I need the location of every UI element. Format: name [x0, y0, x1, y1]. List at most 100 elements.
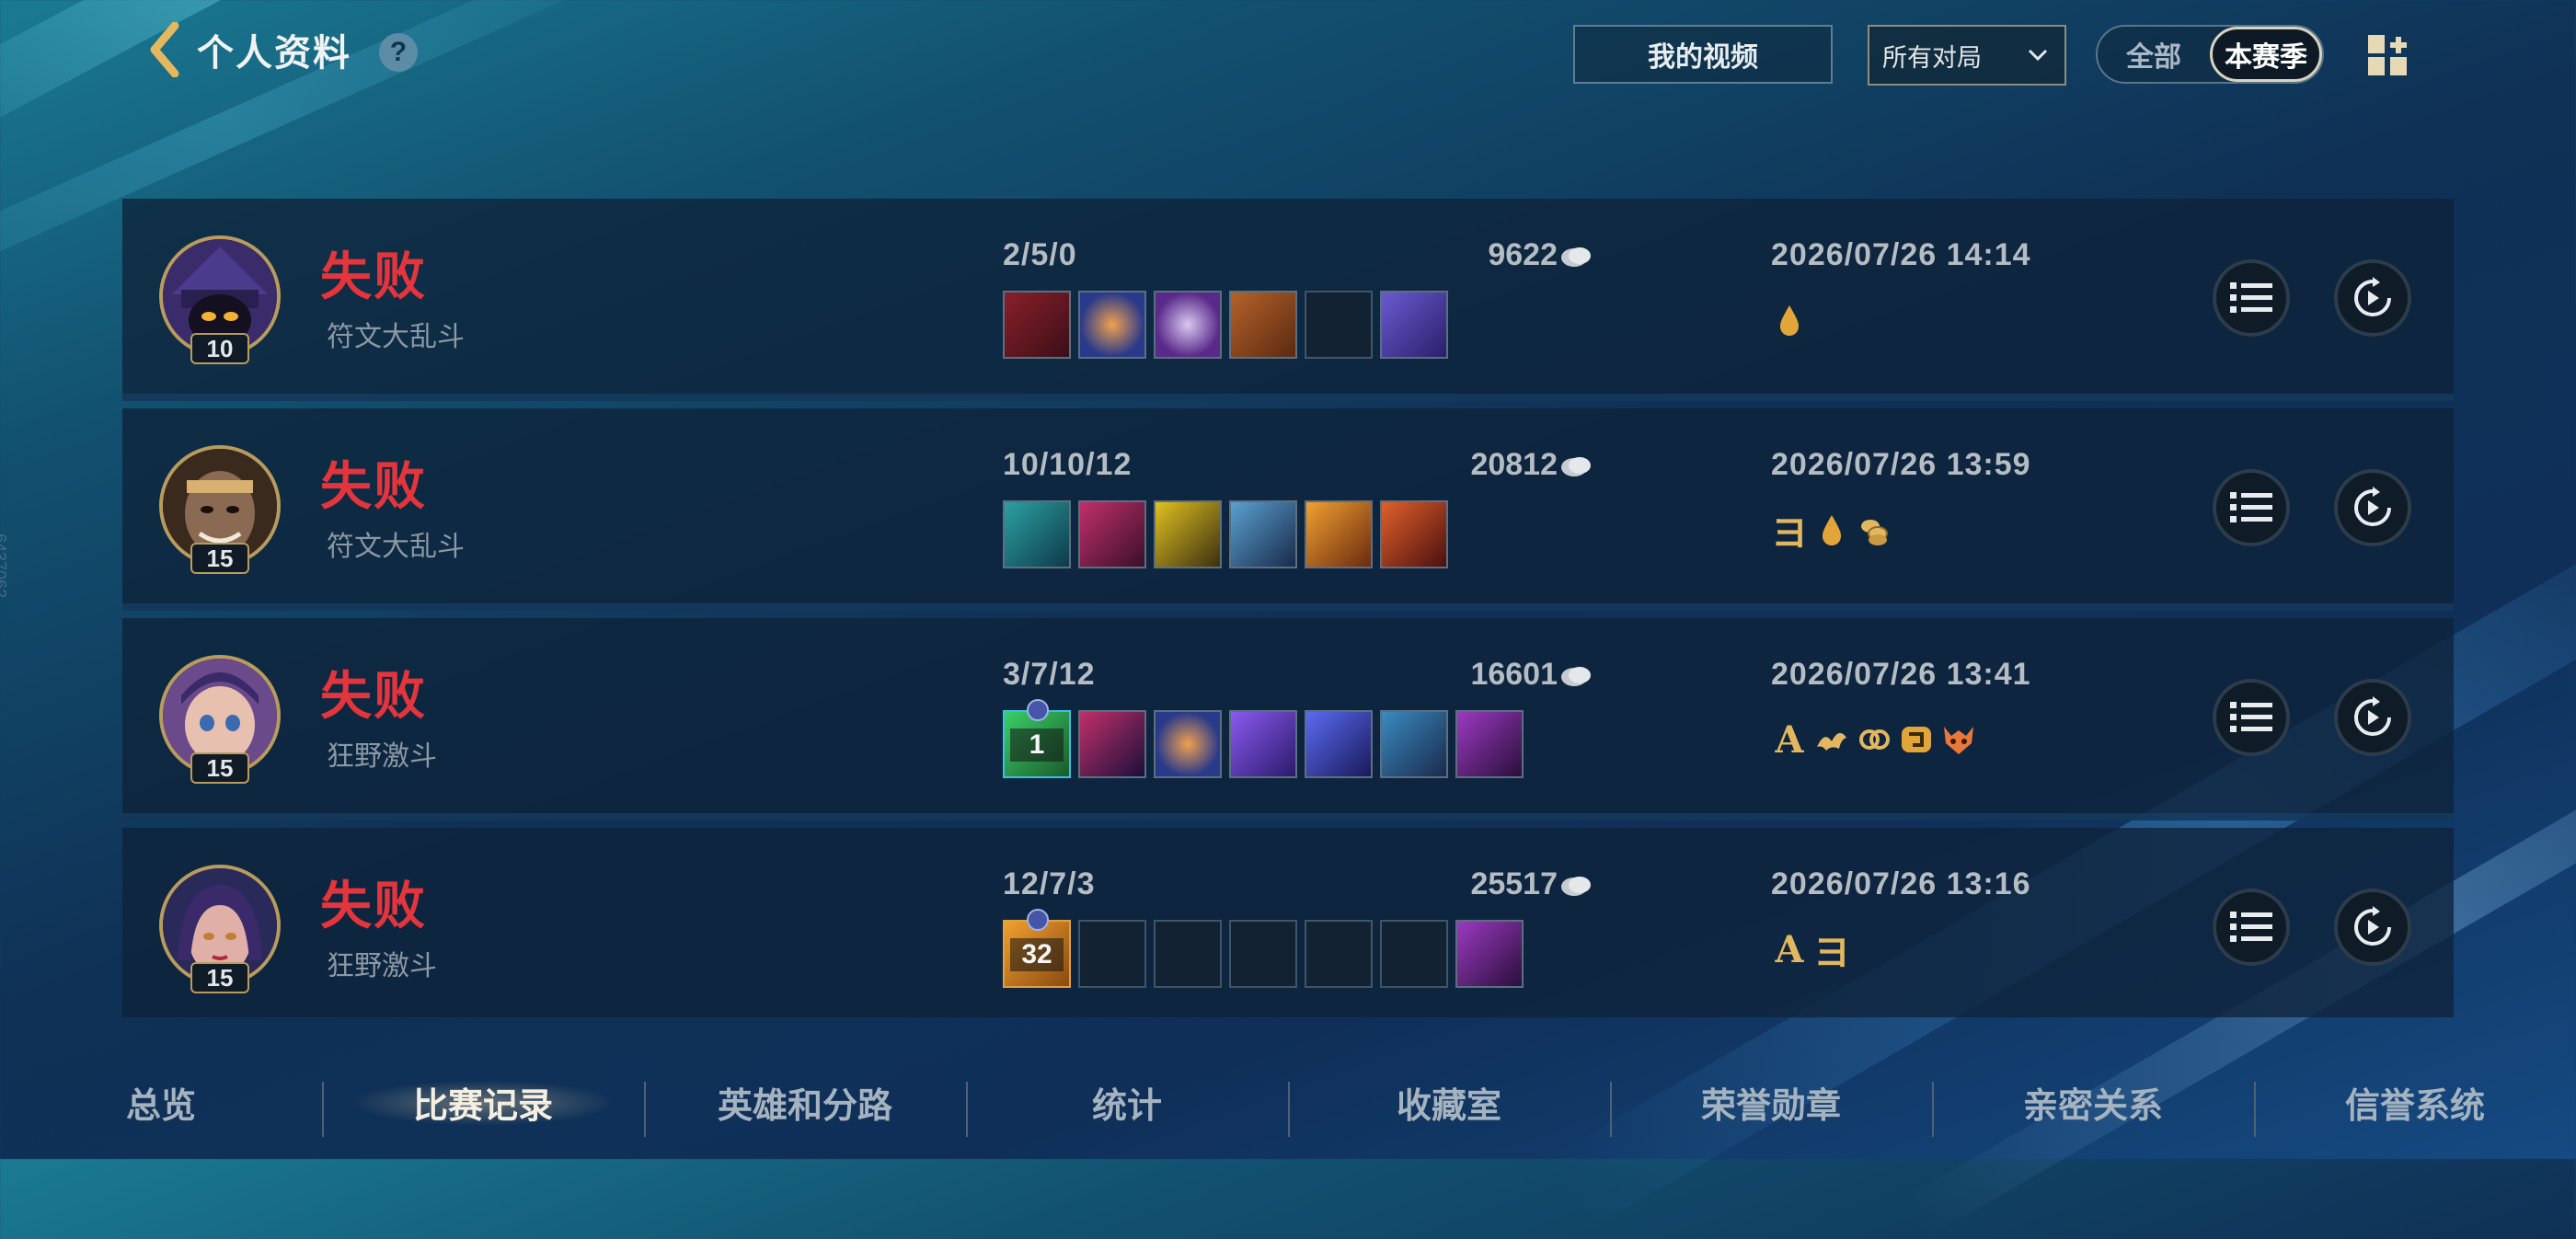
item-slot[interactable]	[1305, 710, 1373, 778]
gold-coin-icon	[1561, 877, 1591, 896]
tab-collection[interactable]: 收藏室	[1288, 1045, 1610, 1159]
item-slots	[1003, 500, 1448, 568]
list-icon	[2230, 282, 2272, 313]
item-slot[interactable]	[1078, 291, 1146, 359]
help-icon[interactable]: ?	[379, 33, 418, 72]
kda: 3/7/12	[1003, 657, 1096, 692]
page-title: 个人资料	[197, 33, 351, 74]
kda: 12/7/3	[1003, 866, 1096, 901]
game-mode: 符文大乱斗	[327, 532, 465, 562]
item-slot[interactable]	[1154, 291, 1222, 359]
item-slot[interactable]	[1455, 710, 1524, 778]
item-slot[interactable]	[1229, 500, 1297, 568]
gold-earned: 25517	[1470, 866, 1558, 901]
tab-relationships[interactable]: 亲密关系	[1932, 1045, 2254, 1159]
tab-label: 亲密关系	[2022, 1086, 2163, 1126]
item-slots: 1	[1003, 699, 1524, 778]
tab-overview[interactable]: 总览	[0, 1045, 322, 1159]
item-slot[interactable]	[1380, 710, 1448, 778]
champion-level: 15	[190, 962, 249, 993]
replay-button[interactable]	[2334, 259, 2411, 337]
hook-icon	[1902, 727, 1931, 752]
champion-level: 10	[190, 333, 249, 364]
tab-reputation[interactable]: 信誉系统	[2254, 1045, 2576, 1159]
item-slot[interactable]	[1455, 920, 1524, 988]
pin-icon	[1027, 699, 1049, 721]
toggle-this-season[interactable]: 本赛季	[2210, 27, 2322, 82]
link-icon	[1859, 729, 1890, 750]
item-slots	[1003, 291, 1448, 359]
replay-button[interactable]	[2334, 469, 2411, 546]
gold-coin-icon	[1561, 667, 1591, 686]
item-slot[interactable]	[1380, 500, 1448, 568]
replay-button[interactable]	[2334, 889, 2411, 966]
item-slot-empty	[1078, 920, 1146, 988]
match-list[interactable]: 10 失败 符文大乱斗 2/5/0 9622 2026/07/26 14:14	[122, 199, 2454, 1017]
tab-match-history[interactable]: 比赛记录	[322, 1045, 644, 1159]
match-row[interactable]: 15 失败 狂野激斗 12/7/3 25517 32 2026/07/26 13…	[122, 828, 2454, 1017]
tab-label: 收藏室	[1396, 1086, 1501, 1126]
gold-earned: 9622	[1488, 237, 1558, 272]
item-slot[interactable]	[1078, 710, 1146, 778]
game-mode: 狂野激斗	[327, 741, 437, 772]
item-slot[interactable]	[1229, 710, 1297, 778]
kda: 2/5/0	[1003, 237, 1077, 272]
replay-icon	[2354, 487, 2392, 527]
match-badges: A	[1771, 718, 1977, 762]
layout-grid-icon[interactable]	[2368, 35, 2410, 75]
item-slots: 32	[1003, 909, 1524, 988]
toggle-all[interactable]: 全部	[2098, 27, 2210, 82]
dragon-icon	[1817, 732, 1846, 751]
tab-label: 总览	[125, 1086, 196, 1126]
item-slot[interactable]	[1380, 291, 1448, 359]
item-slot[interactable]	[1305, 500, 1373, 568]
item-slot[interactable]: 32	[1003, 909, 1071, 988]
match-row[interactable]: 15 失败 狂野激斗 3/7/12 16601 1 2026/07/26 13:…	[122, 618, 2454, 820]
match-filter-dropdown[interactable]: 所有对局	[1868, 25, 2066, 86]
gold-coin-icon	[1561, 247, 1591, 267]
coins-icon	[1861, 520, 1888, 545]
match-details-button[interactable]	[2213, 469, 2290, 546]
item-slot[interactable]	[1229, 291, 1297, 359]
match-details-button[interactable]	[2213, 259, 2290, 337]
tab-divider	[1288, 1082, 1290, 1137]
tab-label: 比赛记录	[412, 1086, 553, 1126]
item-count: 32	[1010, 938, 1064, 971]
match-row[interactable]: 15 失败 符文大乱斗 10/10/12 20812 2026/07/26 13…	[122, 408, 2454, 611]
item-slot[interactable]	[1154, 710, 1222, 778]
match-row[interactable]: 10 失败 符文大乱斗 2/5/0 9622 2026/07/26 14:14	[122, 199, 2454, 401]
match-result: 失败	[320, 667, 427, 725]
item-count: 1	[1010, 728, 1064, 762]
gold-earned: 20812	[1470, 447, 1558, 482]
gold-earned: 16601	[1470, 657, 1558, 692]
game-mode: 狂野激斗	[327, 951, 437, 981]
season-toggle[interactable]: 全部 本赛季	[2096, 25, 2324, 84]
badge-letter: ヨ	[1771, 511, 1808, 555]
match-details-button[interactable]	[2213, 679, 2290, 756]
item-slot-empty	[1154, 920, 1222, 988]
game-mode: 符文大乱斗	[327, 322, 465, 352]
tab-champions-lanes[interactable]: 英雄和分路	[644, 1045, 966, 1159]
my-videos-button[interactable]: 我的视频	[1573, 25, 1833, 84]
list-icon	[2230, 492, 2272, 522]
badge-letter: ヨ	[1813, 931, 1850, 974]
tab-honor[interactable]: 荣誉勋章	[1610, 1045, 1932, 1159]
item-slot[interactable]	[1154, 500, 1222, 568]
back-button[interactable]: 个人资料	[147, 22, 351, 77]
demon-icon	[1944, 727, 1973, 754]
tab-stats[interactable]: 统计	[966, 1045, 1288, 1159]
match-details-button[interactable]	[2213, 889, 2290, 966]
side-watermark: 6437062	[0, 533, 9, 599]
item-slot[interactable]	[1078, 500, 1146, 568]
tab-divider	[2254, 1082, 2256, 1137]
drop-icon	[1823, 515, 1841, 545]
tab-label: 信誉系统	[2344, 1086, 2485, 1126]
item-slot[interactable]	[1003, 500, 1071, 568]
match-filter-value: 所有对局	[1882, 43, 1982, 72]
item-slot[interactable]	[1003, 291, 1071, 359]
tab-divider	[322, 1082, 324, 1137]
replay-button[interactable]	[2334, 679, 2411, 756]
gold-coin-icon	[1561, 457, 1591, 476]
match-badges: A ヨ	[1771, 928, 1850, 975]
item-slot[interactable]: 1	[1003, 699, 1071, 778]
